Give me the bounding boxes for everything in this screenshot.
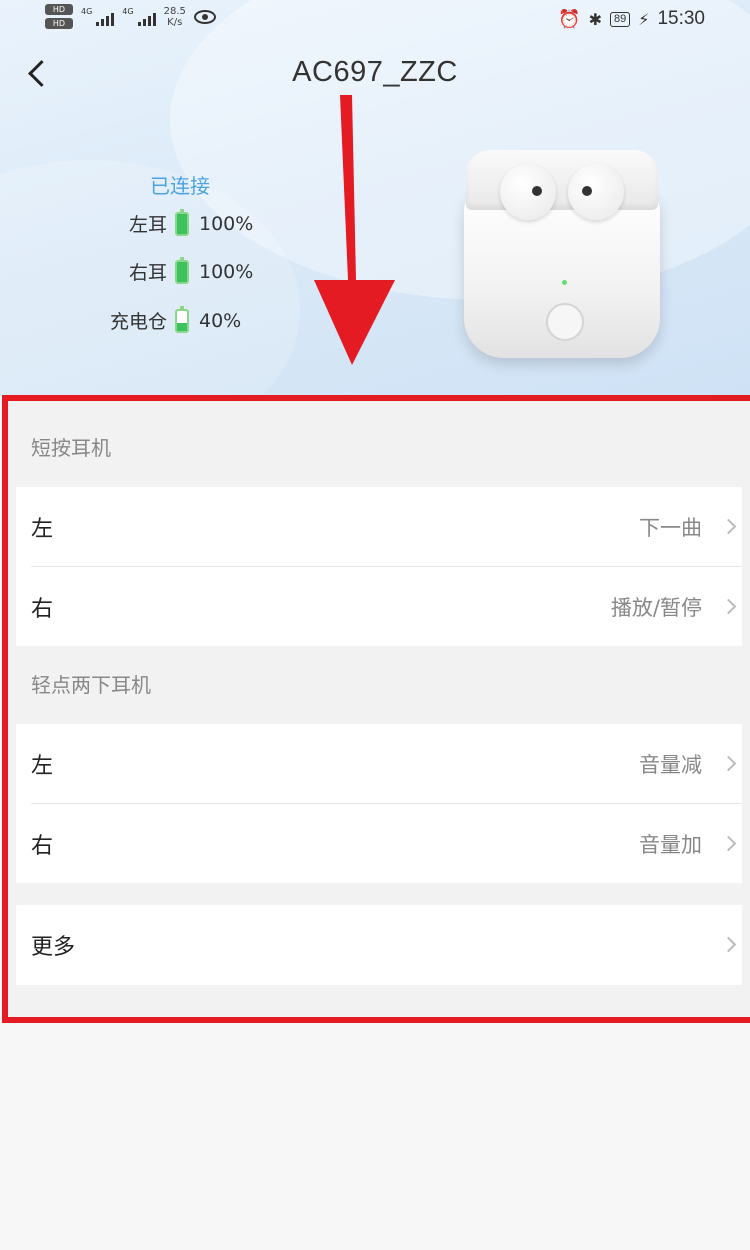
row-label: 左 — [31, 753, 54, 779]
earbuds-case-image — [462, 150, 662, 360]
row-label: 左 — [31, 516, 54, 542]
battery-value: 100% — [199, 260, 254, 283]
battery-row-left-earbud: 左耳 100% — [95, 208, 254, 237]
charging-icon: ⚡ — [638, 9, 650, 29]
section-header-double-tap: 轻点两下耳机 — [16, 646, 742, 724]
battery-icon — [175, 256, 189, 284]
battery-icon: 89 — [609, 11, 631, 27]
speed-value: 28.5 — [163, 5, 186, 17]
settings-list: 短按耳机 左 下一曲 右 播放/暂停 轻点两下耳机 左 音量减 右 音量加 更多 — [16, 409, 742, 1009]
bluetooth-icon: ✱ — [588, 9, 602, 29]
row-value: 音量减 — [639, 752, 702, 777]
battery-value: 40% — [199, 309, 242, 332]
row-label: 右 — [31, 596, 54, 622]
chevron-right-icon — [720, 598, 737, 615]
left-earbud — [500, 164, 556, 220]
case-button — [546, 303, 584, 341]
network-type-label: 4G — [122, 6, 134, 16]
eye-icon — [193, 9, 216, 24]
signal-icon: 4G — [122, 6, 156, 26]
clock: 15:30 — [657, 8, 705, 29]
down-arrow-annotation — [314, 95, 395, 365]
case-body — [464, 190, 660, 358]
battery-row-case: 充电仓 40% — [95, 305, 242, 334]
network-speed: 28.5 K/s — [164, 6, 186, 28]
hd-badge-label: HD — [45, 4, 73, 15]
status-led — [562, 280, 567, 285]
battery-icon — [175, 305, 189, 333]
chevron-right-icon — [720, 518, 737, 535]
status-bar: HD HD 4G 4G 28.5 K/s ⏰ ✱ 89 ⚡ 15:30 — [0, 0, 750, 40]
highlighted-settings-panel: 短按耳机 左 下一曲 右 播放/暂停 轻点两下耳机 左 音量减 右 音量加 更多 — [2, 395, 750, 1023]
battery-label: 右耳 — [128, 262, 167, 284]
signal-icon: 4G — [81, 6, 115, 26]
row-value: 下一曲 — [639, 515, 702, 540]
battery-label: 充电仓 — [109, 311, 167, 333]
chevron-right-icon — [720, 835, 737, 852]
battery-row-right-earbud: 右耳 100% — [95, 256, 254, 285]
battery-level: 89 — [613, 12, 627, 25]
chevron-right-icon — [720, 936, 737, 953]
double-tap-right-row[interactable]: 右 音量加 — [16, 804, 742, 883]
hd-badge-icon: HD HD — [45, 4, 73, 29]
battery-value: 100% — [199, 212, 254, 235]
row-value: 音量加 — [639, 832, 702, 857]
row-value: 播放/暂停 — [610, 595, 702, 620]
section-header-short-press: 短按耳机 — [16, 409, 742, 487]
right-earbud — [568, 164, 624, 220]
chevron-right-icon — [720, 755, 737, 772]
status-bar-right: ⏰ ✱ 89 ⚡ 15:30 — [558, 8, 705, 30]
row-label: 更多 — [31, 935, 76, 960]
section-gap — [16, 883, 742, 905]
connection-status: 已连接 — [150, 174, 210, 198]
short-press-right-row[interactable]: 右 播放/暂停 — [16, 567, 742, 646]
battery-icon — [175, 208, 189, 236]
network-type-label: 4G — [81, 6, 93, 16]
page-title: AC697_ZZC — [292, 56, 458, 88]
hd-badge-label: HD — [45, 18, 73, 29]
battery-label: 左耳 — [128, 214, 167, 236]
short-press-left-row[interactable]: 左 下一曲 — [16, 487, 742, 566]
case-lid — [466, 150, 658, 210]
alarm-icon: ⏰ — [558, 8, 581, 30]
row-label: 右 — [31, 833, 54, 859]
speed-unit: K/s — [167, 16, 183, 28]
double-tap-left-row[interactable]: 左 音量减 — [16, 724, 742, 803]
more-row[interactable]: 更多 — [16, 905, 742, 985]
status-bar-left: HD HD 4G 4G 28.5 K/s — [45, 4, 216, 29]
